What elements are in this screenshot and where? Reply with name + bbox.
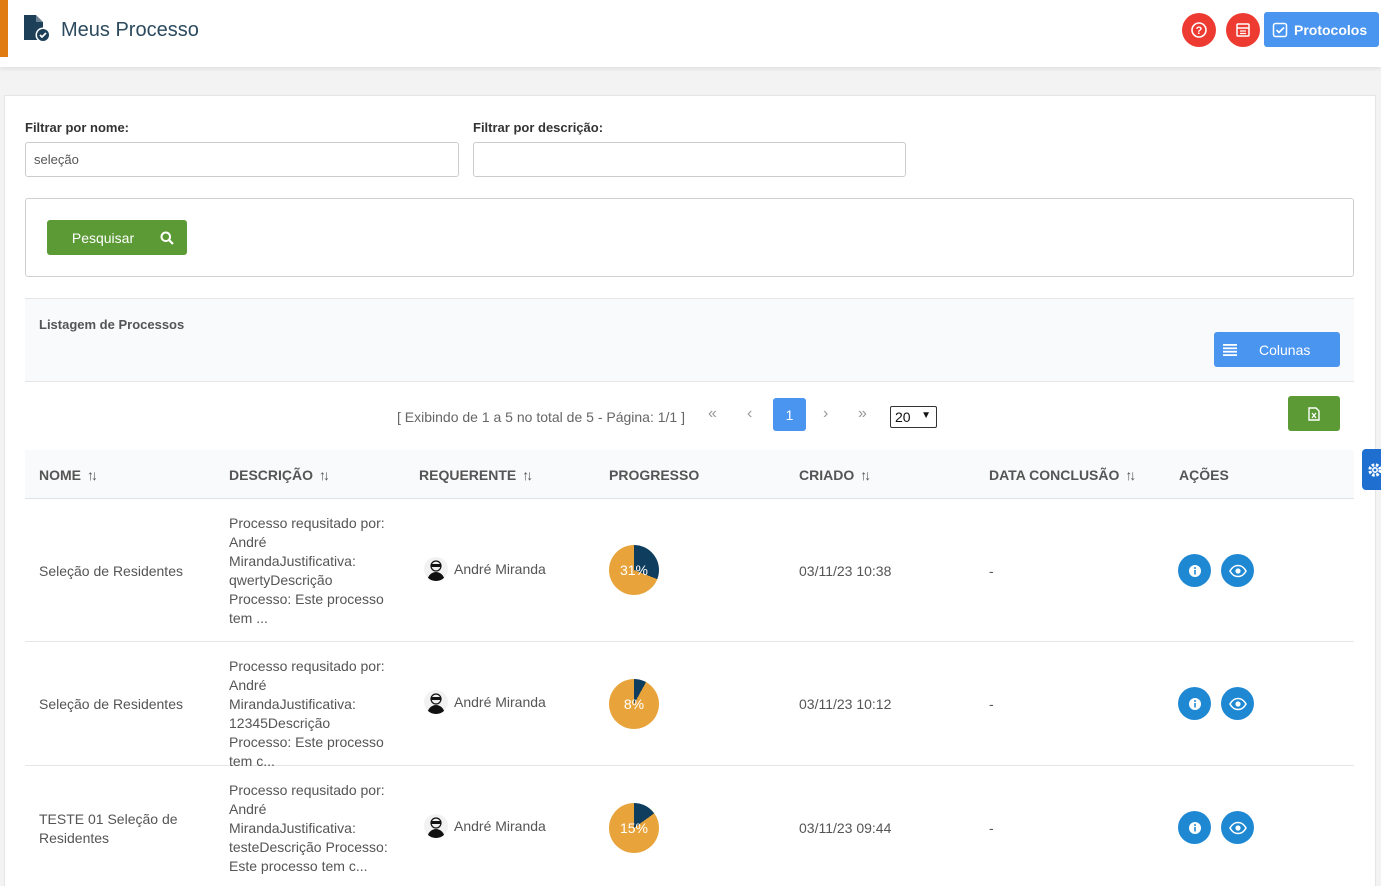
info-icon: [1188, 697, 1201, 710]
info-button[interactable]: [1178, 687, 1211, 720]
page-size-select[interactable]: 20 ▼: [890, 406, 937, 428]
created-date: 03/11/23 10:38: [799, 563, 892, 579]
table-row: [25, 499, 1354, 642]
columns-button-label: Colunas: [1259, 341, 1311, 358]
current-page-button[interactable]: 1: [773, 398, 806, 431]
column-header-created[interactable]: CRIADO ↑↓: [799, 467, 871, 483]
page-size-value: 20: [895, 409, 911, 425]
completion-date: -: [989, 820, 994, 836]
created-date: 03/11/23 09:44: [799, 820, 892, 836]
first-page-button[interactable]: «: [708, 405, 717, 423]
export-excel-button[interactable]: [1288, 396, 1340, 431]
protocols-button[interactable]: Protocolos: [1264, 12, 1379, 47]
column-header-created-label: CRIADO: [799, 467, 855, 483]
column-header-progress: PROGRESSO: [609, 467, 699, 483]
listing-title: Listagem de Processos: [39, 317, 185, 332]
gear-icon: [1367, 462, 1381, 477]
eye-icon: [1228, 564, 1247, 577]
eye-icon: [1228, 821, 1247, 834]
previous-page-button[interactable]: ‹: [747, 405, 752, 423]
column-header-name[interactable]: NOME ↑↓: [39, 467, 98, 483]
help-icon: ?: [1191, 22, 1207, 38]
protocols-label: Protocolos: [1294, 21, 1368, 38]
view-button[interactable]: [1221, 554, 1254, 587]
table-row: [25, 642, 1354, 766]
excel-file-icon: [1308, 406, 1320, 421]
avatar: [424, 690, 448, 714]
columns-button[interactable]: Colunas: [1214, 332, 1340, 367]
help-button[interactable]: ?: [1182, 13, 1216, 47]
name-filter-label: Filtrar por nome:: [25, 120, 130, 135]
progress-label: 8%: [623, 696, 645, 712]
process-description: Processo requsitado por: André MirandaJu…: [229, 658, 385, 769]
column-header-description[interactable]: DESCRIÇÃO ↑↓: [229, 467, 330, 483]
calendar-button[interactable]: [1226, 13, 1260, 47]
list-icon: [1223, 343, 1237, 356]
avatar: [424, 814, 448, 838]
settings-tab[interactable]: [1362, 449, 1381, 490]
sort-icon: ↑↓: [860, 467, 871, 483]
requester-name: André Miranda: [454, 818, 546, 834]
column-header-name-label: NOME: [39, 467, 81, 483]
completion-date: -: [989, 563, 994, 579]
search-button-label: Pesquisar: [71, 229, 135, 246]
sort-icon: ↑↓: [522, 467, 533, 483]
description-filter-label: Filtrar por descrição:: [473, 120, 604, 135]
chevron-down-icon: ▼: [921, 410, 931, 421]
process-name: TESTE 01 Seleção de Residentes: [39, 811, 178, 846]
column-header-actions: AÇÕES: [1179, 467, 1229, 483]
completion-date: -: [989, 696, 994, 712]
description-filter-input[interactable]: [473, 142, 906, 177]
document-check-icon: [24, 15, 51, 43]
pagination-info: [ Exibindo de 1 a 5 no total de 5 - Pági…: [397, 409, 685, 425]
column-header-requester-label: REQUERENTE: [419, 467, 517, 483]
calendar-icon: [1236, 23, 1250, 37]
top-bar: Meus Processo ? Protocolos: [0, 0, 1381, 67]
progress-label: 15%: [619, 820, 649, 836]
process-description: Processo requsitado por: André MirandaJu…: [229, 782, 388, 874]
search-panel: [25, 198, 1354, 277]
search-button[interactable]: Pesquisar: [47, 220, 187, 255]
name-filter-input[interactable]: [25, 142, 459, 177]
eye-icon: [1228, 697, 1247, 710]
created-date: 03/11/23 10:12: [799, 696, 892, 712]
process-name: Seleção de Residentes: [39, 696, 183, 712]
sort-icon: ↑↓: [1125, 467, 1136, 483]
process-description: Processo requsitado por: André MirandaJu…: [229, 515, 385, 626]
table-row: [25, 766, 1354, 886]
checkbox-icon: [1272, 22, 1288, 37]
column-header-completion[interactable]: DATA CONCLUSÃO ↑↓: [989, 467, 1136, 483]
info-icon: [1188, 821, 1201, 834]
next-page-button[interactable]: ›: [823, 405, 828, 423]
column-header-actions-label: AÇÕES: [1179, 467, 1229, 483]
requester-name: André Miranda: [454, 561, 546, 577]
accent-strip: [0, 0, 8, 57]
column-header-progress-label: PROGRESSO: [609, 467, 700, 483]
sort-icon: ↑↓: [87, 467, 98, 483]
view-button[interactable]: [1221, 687, 1254, 720]
page-title: Meus Processo: [61, 19, 199, 41]
avatar: [424, 557, 448, 581]
column-header-description-label: DESCRIÇÃO: [229, 467, 314, 483]
info-button[interactable]: [1178, 811, 1211, 844]
column-header-requester[interactable]: REQUERENTE ↑↓: [419, 467, 533, 483]
requester-name: André Miranda: [454, 694, 546, 710]
progress-label: 31%: [619, 562, 649, 578]
sort-icon: ↑↓: [319, 467, 330, 483]
last-page-button[interactable]: »: [858, 405, 867, 423]
process-name: Seleção de Residentes: [39, 563, 183, 579]
svg-text:?: ?: [1196, 25, 1203, 37]
info-icon: [1188, 564, 1201, 577]
info-button[interactable]: [1178, 554, 1211, 587]
column-header-completion-label: DATA CONCLUSÃO: [989, 467, 1120, 483]
view-button[interactable]: [1221, 811, 1254, 844]
search-icon: [160, 231, 174, 245]
listing-header: Listagem de Processos: [25, 298, 1354, 382]
